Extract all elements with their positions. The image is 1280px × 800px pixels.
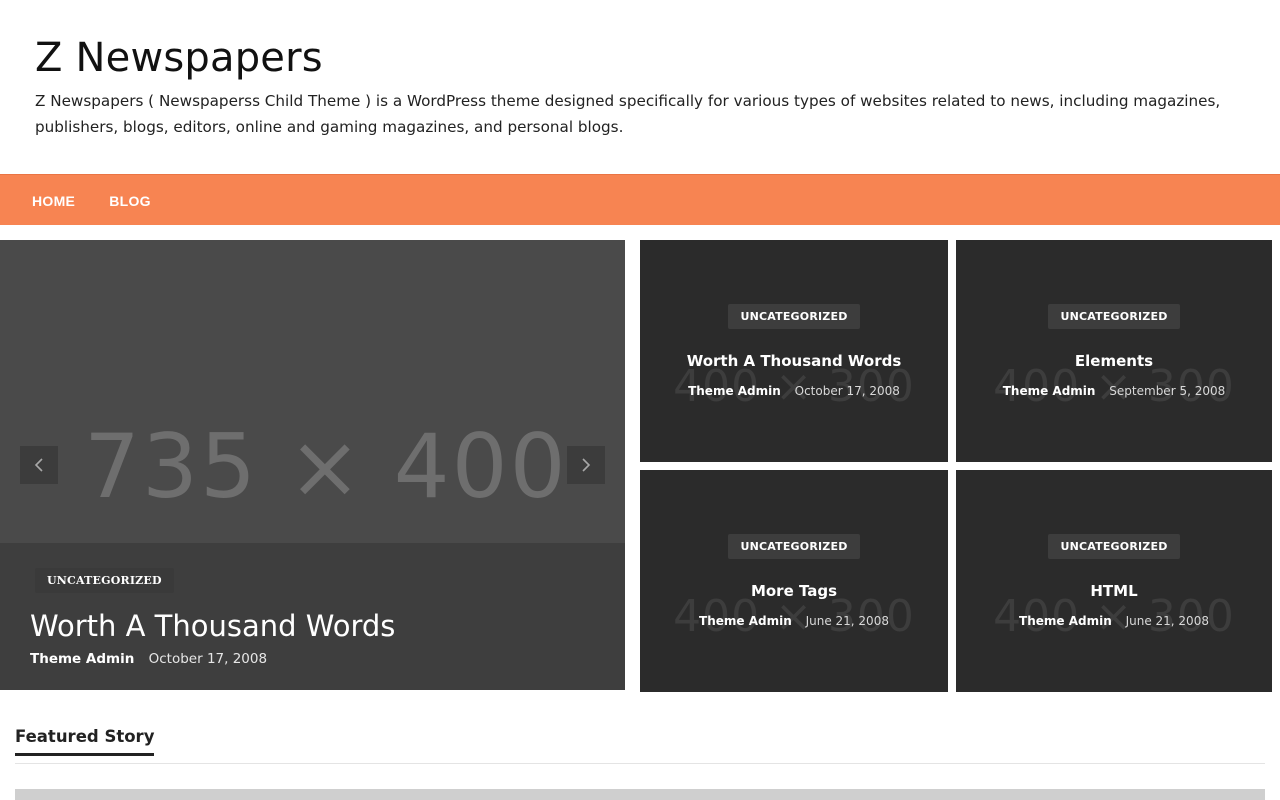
nav-item-home: HOME bbox=[32, 191, 75, 210]
hero-post-title[interactable]: Worth A Thousand Words bbox=[30, 608, 395, 644]
hero-image-placeholder-text: 735 × 400 bbox=[84, 415, 568, 518]
card-category-badge[interactable]: UNCATEGORIZED bbox=[728, 304, 860, 329]
card-post-date[interactable]: June 21, 2008 bbox=[806, 614, 889, 628]
card-post-author[interactable]: Theme Admin bbox=[699, 614, 792, 628]
card-post-meta: Theme Admin October 17, 2008 bbox=[640, 384, 948, 398]
card-post-date[interactable]: June 21, 2008 bbox=[1126, 614, 1209, 628]
hero-post-date[interactable]: October 17, 2008 bbox=[149, 651, 267, 667]
hero-post-meta: Theme Admin October 17, 2008 bbox=[30, 651, 267, 667]
site-title[interactable]: Z Newspapers bbox=[35, 34, 323, 82]
card-post-title[interactable]: HTML bbox=[956, 582, 1272, 600]
nav-link-home[interactable]: HOME bbox=[32, 193, 75, 209]
post-card[interactable]: 400 × 300 UNCATEGORIZED Elements Theme A… bbox=[956, 240, 1272, 462]
hero-slider: 735 × 400 UNCATEGORIZED Worth A Thousand… bbox=[0, 240, 625, 690]
card-post-date[interactable]: September 5, 2008 bbox=[1109, 384, 1225, 398]
main-nav: HOME BLOG bbox=[0, 174, 1280, 225]
card-post-author[interactable]: Theme Admin bbox=[1003, 384, 1096, 398]
card-category-badge[interactable]: UNCATEGORIZED bbox=[1048, 304, 1180, 329]
nav-link-blog[interactable]: BLOG bbox=[109, 193, 151, 209]
card-post-date[interactable]: October 17, 2008 bbox=[795, 384, 900, 398]
featured-story-heading: Featured Story bbox=[15, 727, 155, 756]
featured-story-section: Featured Story bbox=[15, 727, 1265, 764]
section-divider bbox=[15, 763, 1265, 764]
card-post-title[interactable]: Worth A Thousand Words bbox=[640, 352, 948, 370]
hero-post-author[interactable]: Theme Admin bbox=[30, 651, 134, 667]
card-post-title[interactable]: Elements bbox=[956, 352, 1272, 370]
card-post-meta: Theme Admin June 21, 2008 bbox=[956, 614, 1272, 628]
card-post-meta: Theme Admin June 21, 2008 bbox=[640, 614, 948, 628]
chevron-left-icon bbox=[34, 458, 43, 472]
site-header: Z Newspapers Z Newspapers ( Newspaperss … bbox=[0, 0, 1280, 174]
chevron-right-icon bbox=[582, 458, 591, 472]
card-post-author[interactable]: Theme Admin bbox=[688, 384, 781, 398]
post-card[interactable]: 400 × 300 UNCATEGORIZED Worth A Thousand… bbox=[640, 240, 948, 462]
post-card[interactable]: 400 × 300 UNCATEGORIZED HTML Theme Admin… bbox=[956, 470, 1272, 692]
card-category-badge[interactable]: UNCATEGORIZED bbox=[1048, 534, 1180, 559]
slider-next-button[interactable] bbox=[567, 446, 605, 484]
site-description: Z Newspapers ( Newspaperss Child Theme )… bbox=[35, 92, 1221, 136]
slider-prev-button[interactable] bbox=[20, 446, 58, 484]
card-post-title[interactable]: More Tags bbox=[640, 582, 948, 600]
card-category-badge[interactable]: UNCATEGORIZED bbox=[728, 534, 860, 559]
featured-story-image[interactable] bbox=[15, 789, 1265, 800]
hero-category-badge[interactable]: UNCATEGORIZED bbox=[35, 568, 174, 593]
nav-item-blog: BLOG bbox=[109, 191, 151, 210]
card-post-author[interactable]: Theme Admin bbox=[1019, 614, 1112, 628]
card-post-meta: Theme Admin September 5, 2008 bbox=[956, 384, 1272, 398]
post-card[interactable]: 400 × 300 UNCATEGORIZED More Tags Theme … bbox=[640, 470, 948, 692]
